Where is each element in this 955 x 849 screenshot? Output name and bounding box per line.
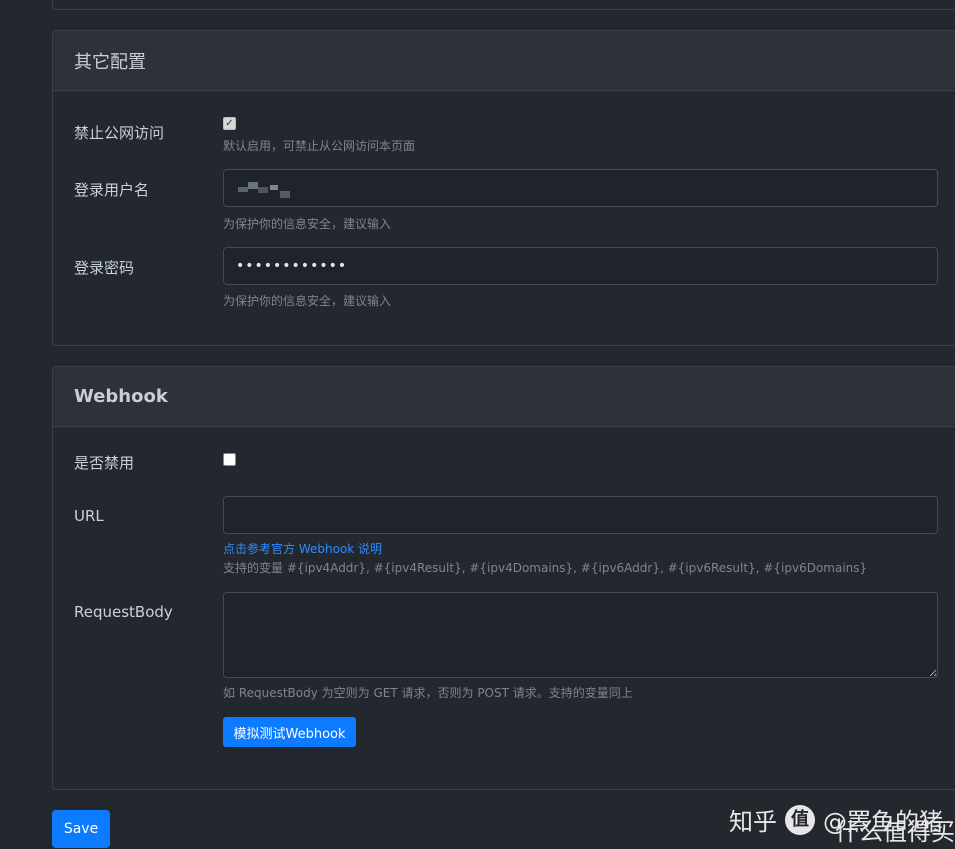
password-input[interactable] — [223, 247, 938, 285]
other-config-header: 其它配置 — [53, 31, 955, 91]
disable-public-label: 禁止公网访问 — [74, 124, 165, 142]
password-label: 登录密码 — [74, 259, 135, 277]
watermark-site: 知乎 — [729, 808, 777, 836]
webhook-disabled-label: 是否禁用 — [74, 454, 135, 472]
webhook-url-label: URL — [74, 507, 104, 525]
webhook-title: Webhook — [74, 386, 168, 407]
username-label: 登录用户名 — [74, 181, 150, 199]
username-hint: 为保护你的信息安全，建议输入 — [223, 217, 392, 231]
test-webhook-button[interactable]: 模拟测试Webhook — [223, 717, 356, 747]
save-button[interactable]: Save — [52, 810, 110, 848]
previous-card-edge — [52, 0, 955, 10]
username-obscured-value — [236, 179, 292, 199]
webhook-docs-link[interactable]: 点击参考官方 Webhook 说明 — [223, 540, 382, 557]
webhook-url-input[interactable] — [223, 496, 938, 534]
watermark: 知乎 值 @罴鱼的猪 什么值得买 — [729, 802, 955, 846]
webhook-url-hint: 支持的变量 #{ipv4Addr}, #{ipv4Result}, #{ipv4… — [223, 561, 868, 575]
other-config-title: 其它配置 — [74, 51, 146, 73]
watermark-logo-icon: 值 — [785, 804, 815, 835]
watermark-text-stack: @罴鱼的猪 什么值得买 — [823, 802, 955, 846]
webhook-card: Webhook 是否禁用 URL 点击参考官方 Webhook 说明 支持的变量… — [52, 366, 955, 790]
request-body-label: RequestBody — [74, 603, 173, 621]
check-icon: ✓ — [225, 118, 234, 129]
password-hint: 为保护你的信息安全，建议输入 — [223, 294, 392, 308]
disable-public-checkbox[interactable]: ✓ — [223, 117, 236, 130]
other-config-card: 其它配置 禁止公网访问 ✓ 默认启用，可禁止从公网访问本页面 登录用户名 为保护… — [52, 30, 955, 346]
request-body-hint: 如 RequestBody 为空则为 GET 请求，否则为 POST 请求。支持… — [223, 686, 633, 700]
webhook-header: Webhook — [53, 367, 955, 427]
watermark-overlay: 什么值得买 — [835, 818, 955, 846]
request-body-textarea[interactable] — [223, 592, 938, 678]
username-input[interactable] — [223, 169, 938, 207]
disable-public-hint: 默认启用，可禁止从公网访问本页面 — [223, 139, 416, 153]
webhook-disabled-checkbox[interactable] — [223, 453, 236, 466]
